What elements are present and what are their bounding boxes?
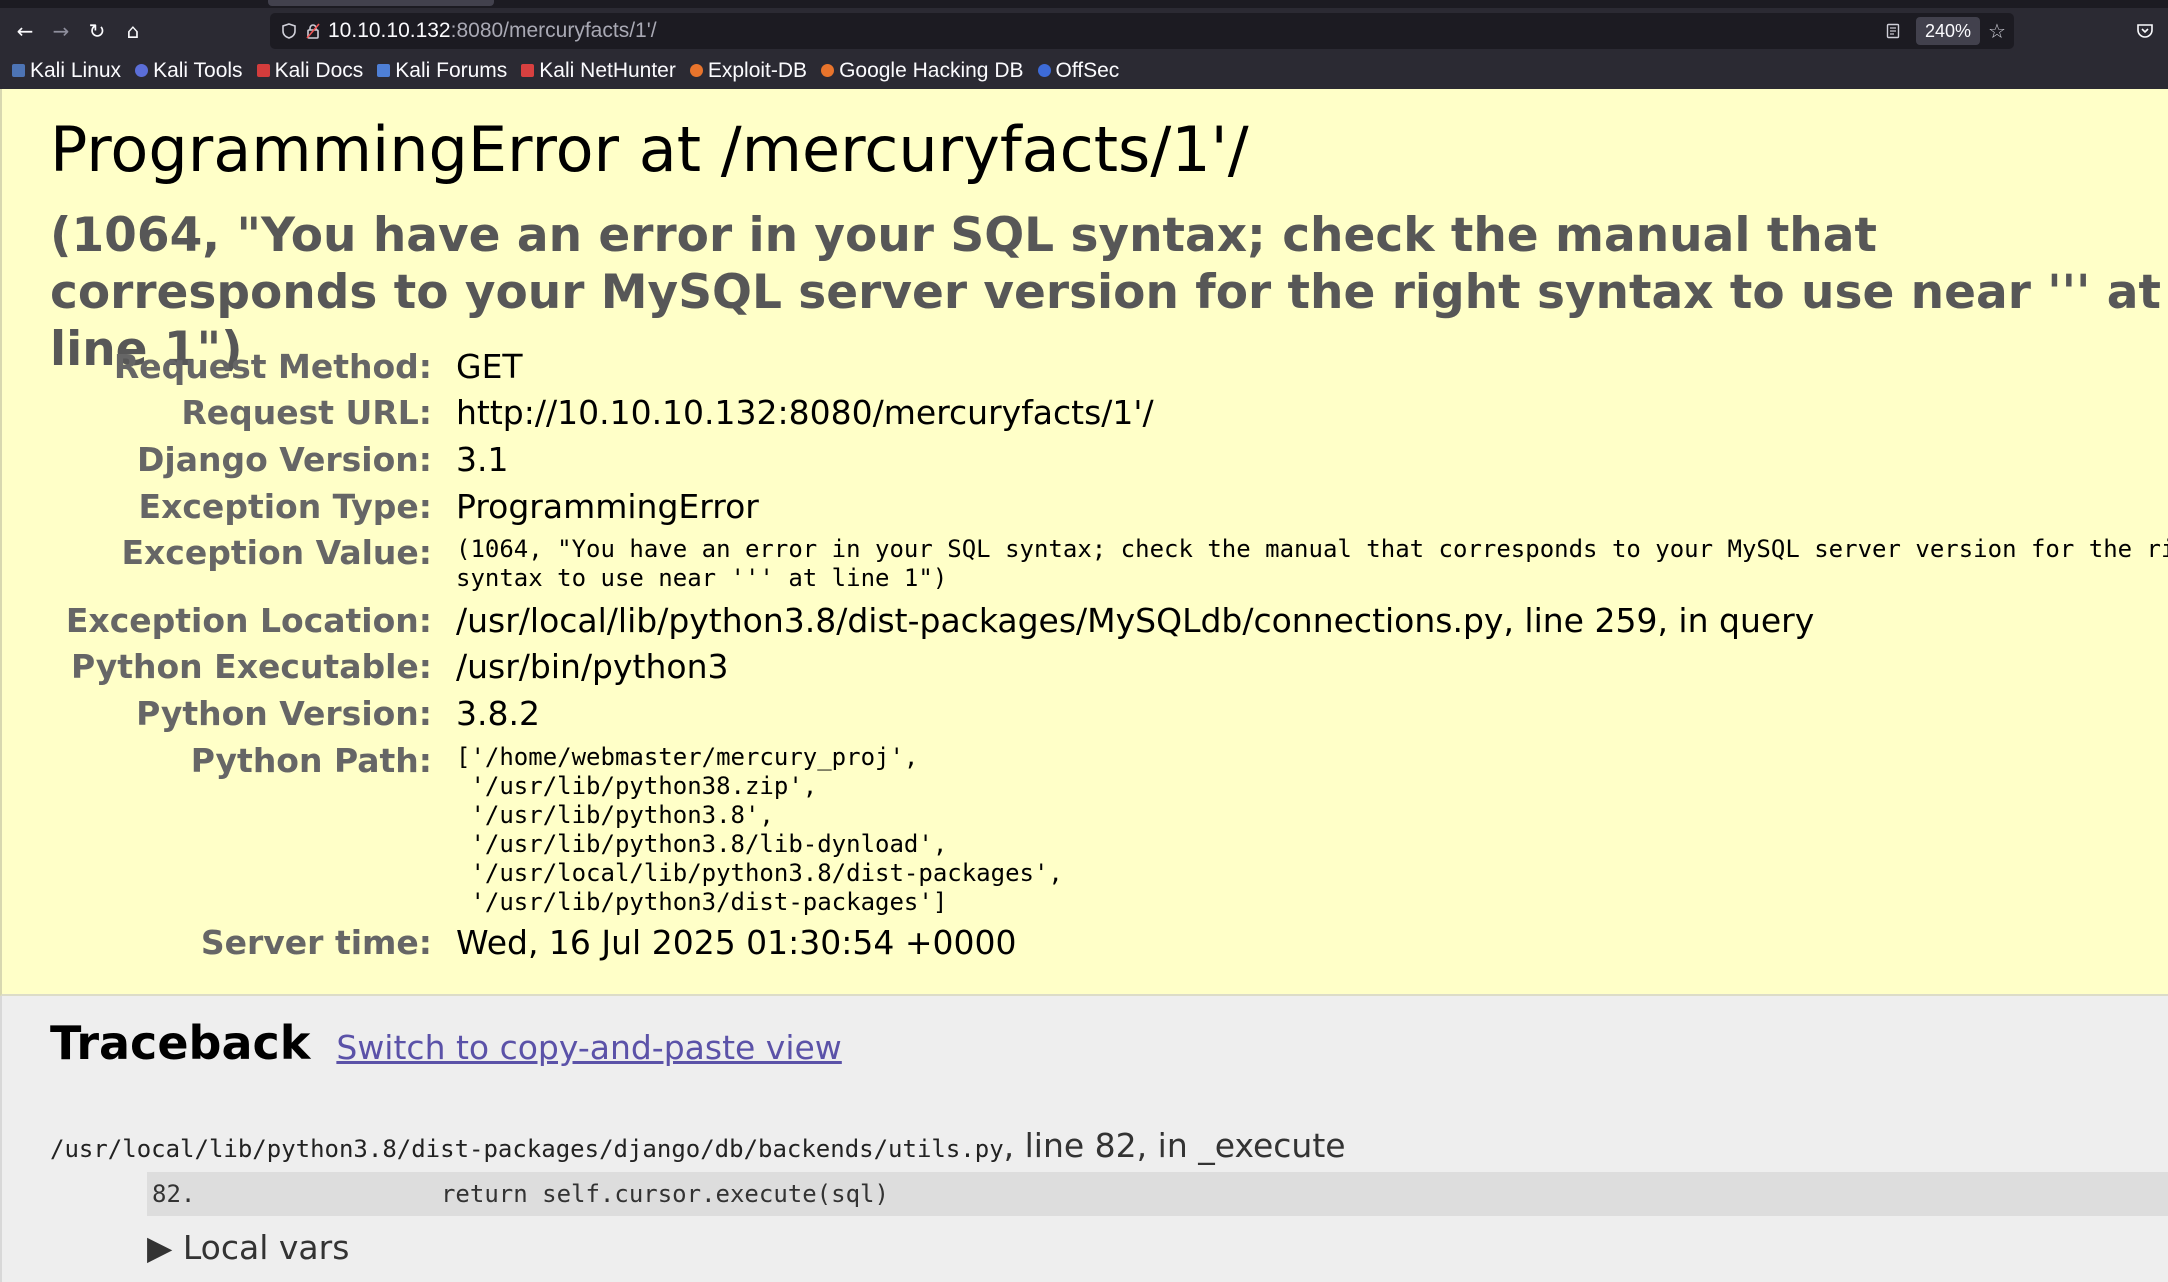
meta-value: (1064, "You have an error in your SQL sy… — [456, 535, 2168, 592]
back-arrow-icon[interactable]: ← — [8, 14, 42, 48]
meta-label: Python Executable: — [70, 647, 432, 686]
local-vars-toggle[interactable]: ▶ Local vars — [147, 1228, 349, 1267]
meta-value: ProgrammingError — [456, 487, 759, 526]
kali-dragon-icon — [12, 64, 25, 77]
bookmark-label: Kali Linux — [30, 58, 122, 82]
bookmark-kali-nethunter[interactable]: Kali NetHunter — [521, 59, 676, 83]
meta-value: GET — [456, 347, 523, 386]
error-title: ProgrammingError at /mercuryfacts/1'/ — [50, 113, 1249, 186]
meta-value: http://10.10.10.132:8080/mercuryfacts/1'… — [456, 393, 1154, 432]
page-content: ProgrammingError at /mercuryfacts/1'/ (1… — [0, 89, 2168, 1282]
shield-icon[interactable] — [278, 13, 300, 49]
frame-filename: /usr/local/lib/python3.8/dist-packages/d… — [50, 1135, 1004, 1163]
bookmark-label: Exploit-DB — [707, 58, 808, 82]
url-text[interactable]: 10.10.10.132:8080/mercuryfacts/1'/ — [328, 13, 657, 49]
frame-line-info: , line 82, in _execute — [1003, 1126, 1346, 1165]
bookmark-kali-linux[interactable]: Kali Linux — [12, 59, 121, 83]
traceback-heading: Traceback Switch to copy-and-paste view — [50, 1016, 842, 1070]
exploit-db-icon — [689, 64, 703, 77]
reload-icon[interactable]: ↻ — [80, 14, 114, 48]
bookmark-exploit-db[interactable]: Exploit-DB — [689, 58, 808, 83]
kali-forums-icon — [377, 64, 391, 77]
nav-toolbar: ← → ↻ ⌂ 10.10.10.132:8080/mercuryfacts/1… — [0, 8, 2168, 52]
bookmark-label: Kali NetHunter — [539, 58, 676, 82]
meta-label: Exception Value: — [121, 533, 432, 572]
meta-value: 3.1 — [456, 440, 509, 479]
bookmarks-toolbar: Kali Linux Kali Tools Kali Docs Kali For… — [0, 52, 2168, 89]
forward-arrow-icon[interactable]: → — [44, 14, 78, 48]
zoom-level-button[interactable]: 240% — [1916, 17, 1980, 45]
bookmark-label: OffSec — [1055, 58, 1120, 82]
url-host: 10.10.10.132 — [328, 19, 451, 42]
meta-label: Request URL: — [181, 393, 432, 432]
traceback-title: Traceback — [50, 1016, 311, 1070]
switch-to-copy-paste-link[interactable]: Switch to copy-and-paste view — [336, 1028, 841, 1067]
meta-label: Python Version: — [136, 694, 432, 733]
bookmark-label: Google Hacking DB — [839, 58, 1024, 82]
meta-label: Django Version: — [137, 440, 432, 479]
active-tab[interactable] — [268, 0, 494, 6]
bookmark-label: Kali Forums — [395, 58, 508, 82]
context-code-line[interactable]: 82. return self.cursor.execute(sql) — [147, 1172, 2168, 1216]
url-path: :8080/mercuryfacts/1'/ — [450, 19, 657, 42]
ghdb-icon — [821, 64, 835, 77]
meta-label: Request Method: — [113, 347, 432, 386]
home-icon[interactable]: ⌂ — [116, 14, 150, 48]
bookmark-label: Kali Docs — [274, 58, 364, 82]
bookmark-kali-docs[interactable]: Kali Docs — [256, 58, 364, 83]
meta-value: /usr/bin/python3 — [456, 647, 729, 686]
offsec-icon — [1037, 64, 1051, 77]
browser-chrome: ← → ↻ ⌂ 10.10.10.132:8080/mercuryfacts/1… — [0, 0, 2168, 89]
url-bar[interactable]: 10.10.10.132:8080/mercuryfacts/1'/ 240% … — [270, 13, 2014, 49]
meta-label: Server time: — [200, 923, 432, 962]
meta-value: Wed, 16 Jul 2025 01:30:54 +0000 — [456, 923, 1017, 962]
tab-strip — [0, 0, 2168, 8]
bookmark-label: Kali Tools — [153, 58, 243, 82]
insecure-lock-icon[interactable] — [302, 13, 324, 49]
meta-value: /usr/local/lib/python3.8/dist-packages/M… — [456, 601, 1815, 640]
nethunter-icon — [521, 64, 535, 77]
meta-label: Python Path: — [190, 741, 432, 780]
meta-value: 3.8.2 — [456, 694, 540, 733]
meta-label: Exception Location: — [65, 601, 432, 640]
bookmark-google-hacking-db[interactable]: Google Hacking DB — [821, 58, 1024, 83]
bookmark-kali-forums[interactable]: Kali Forums — [377, 59, 507, 83]
error-summary: ProgrammingError at /mercuryfacts/1'/ (1… — [0, 89, 2168, 996]
reader-view-icon[interactable] — [1882, 13, 1904, 49]
kali-docs-icon — [256, 64, 270, 77]
bookmark-kali-tools[interactable]: Kali Tools — [135, 59, 243, 83]
meta-value: ['/home/webmaster/mercury_proj', '/usr/l… — [456, 743, 1063, 916]
traceback-section: Traceback Switch to copy-and-paste view … — [0, 996, 2168, 1282]
meta-label: Exception Type: — [138, 487, 432, 526]
pocket-icon[interactable] — [2128, 14, 2162, 48]
bookmark-offsec[interactable]: OffSec — [1037, 58, 1120, 83]
kali-tools-icon — [135, 64, 149, 77]
bookmark-star-icon[interactable]: ☆ — [1984, 13, 2010, 49]
frame-location: /usr/local/lib/python3.8/dist-packages/d… — [50, 1126, 1346, 1165]
